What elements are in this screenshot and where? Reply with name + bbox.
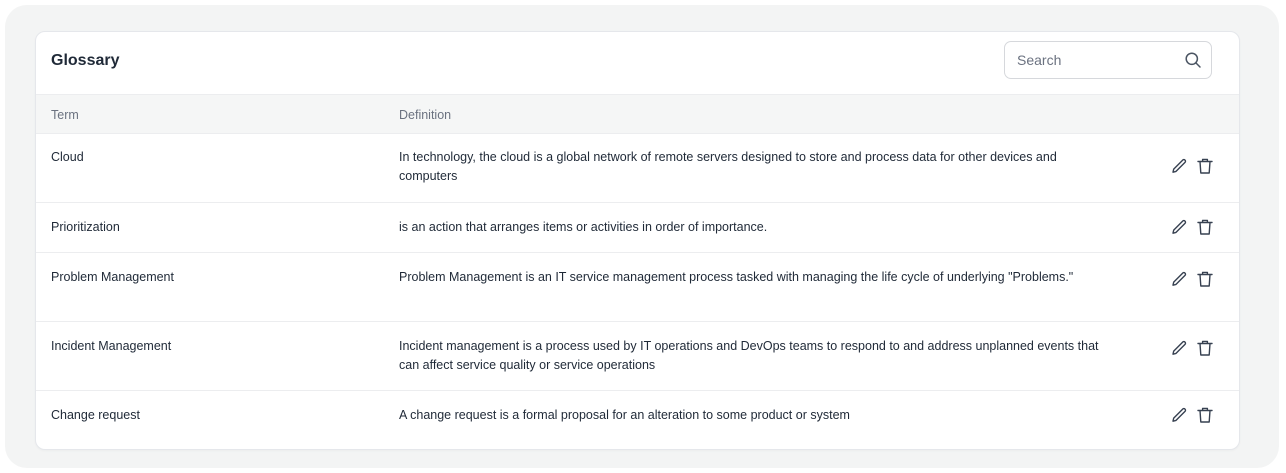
trash-icon[interactable]	[1195, 405, 1215, 425]
trash-icon[interactable]	[1195, 217, 1215, 237]
definition-cell: Incident management is a process used by…	[399, 339, 1099, 372]
row-actions	[1169, 156, 1217, 176]
term-cell: Cloud	[51, 150, 84, 164]
table-row: Cloud In technology, the cloud is a glob…	[36, 134, 1239, 203]
search-box[interactable]	[1004, 41, 1212, 79]
table-row: Problem Management Problem Management is…	[36, 253, 1239, 322]
term-cell: Change request	[51, 408, 140, 422]
pencil-icon[interactable]	[1169, 217, 1189, 237]
trash-icon[interactable]	[1195, 156, 1215, 176]
card-header: Glossary	[36, 32, 1239, 94]
trash-icon[interactable]	[1195, 269, 1215, 289]
search-icon[interactable]	[1184, 51, 1202, 69]
pencil-icon[interactable]	[1169, 269, 1189, 289]
pencil-icon[interactable]	[1169, 405, 1189, 425]
page-title: Glossary	[51, 52, 120, 69]
pencil-icon[interactable]	[1169, 338, 1189, 358]
definition-cell: In technology, the cloud is a global net…	[399, 150, 1057, 183]
row-actions	[1169, 269, 1217, 289]
table-row: Prioritization is an action that arrange…	[36, 203, 1239, 253]
table-header: Term Definition	[36, 94, 1239, 134]
page-background: Glossary Term Definition Cloud In techno…	[5, 5, 1279, 468]
pencil-icon[interactable]	[1169, 156, 1189, 176]
term-cell: Incident Management	[51, 339, 172, 353]
glossary-table-body: Cloud In technology, the cloud is a glob…	[36, 134, 1239, 441]
row-actions	[1169, 405, 1217, 425]
definition-cell: Problem Management is an IT service mana…	[399, 270, 1074, 284]
column-header-term: Term	[51, 108, 79, 122]
definition-cell: is an action that arranges items or acti…	[399, 220, 768, 234]
row-actions	[1169, 338, 1217, 358]
term-cell: Problem Management	[51, 270, 174, 284]
trash-icon[interactable]	[1195, 338, 1215, 358]
column-header-definition: Definition	[399, 108, 452, 122]
search-input[interactable]	[1017, 42, 1177, 78]
table-row: Incident Management Incident management …	[36, 322, 1239, 391]
term-cell: Prioritization	[51, 220, 120, 234]
row-actions	[1169, 217, 1217, 237]
definition-cell: A change request is a formal proposal fo…	[399, 408, 850, 422]
table-row: Change request A change request is a for…	[36, 391, 1239, 441]
glossary-card: Glossary Term Definition Cloud In techno…	[35, 31, 1240, 450]
